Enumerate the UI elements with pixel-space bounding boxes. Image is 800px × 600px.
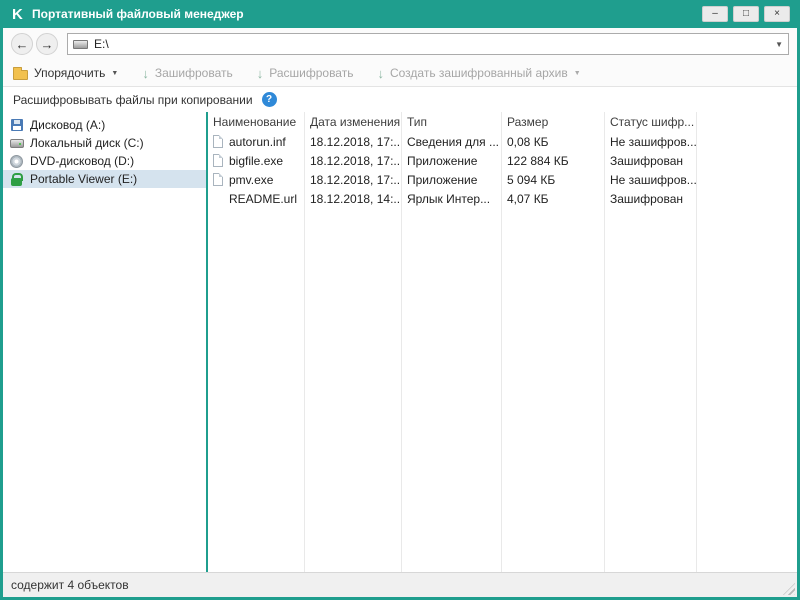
- column-filler: [697, 208, 797, 572]
- sidebar-item-drive-c[interactable]: Локальный диск (C:): [3, 134, 206, 152]
- status-bar: содержит 4 объектов: [3, 572, 797, 597]
- resize-grip[interactable]: [783, 583, 795, 595]
- navigation-bar: ← → E:\ ▼: [3, 28, 797, 60]
- maximize-button[interactable]: □: [733, 6, 759, 22]
- file-name: pmv.exe: [229, 173, 273, 187]
- file-icon: [213, 173, 223, 186]
- file-row-date[interactable]: 18.12.2018, 14:...: [305, 189, 402, 208]
- encrypt-icon: ↓: [142, 67, 149, 80]
- app-window: K Портативный файловый менеджер – □ × ← …: [0, 0, 800, 600]
- title-bar: K Портативный файловый менеджер – □ ×: [3, 0, 797, 28]
- file-row-date[interactable]: 18.12.2018, 17:...: [305, 170, 402, 189]
- decrypt-icon: ↓: [257, 67, 264, 80]
- organize-label: Упорядочить: [34, 66, 105, 80]
- hard-disk-icon: [9, 136, 24, 151]
- file-row-status[interactable]: Зашифрован: [605, 189, 697, 208]
- file-name: README.url: [229, 192, 297, 206]
- drive-label: Дисковод (A:): [30, 118, 105, 132]
- minimize-icon: –: [712, 9, 718, 19]
- window-controls: – □ ×: [702, 6, 790, 22]
- status-text: содержит 4 объектов: [11, 578, 129, 592]
- address-path[interactable]: E:\: [94, 37, 769, 51]
- floppy-icon: [9, 118, 24, 133]
- file-icon: [213, 154, 223, 167]
- decrypt-on-copy-label: Расшифровывать файлы при копировании: [13, 93, 253, 107]
- column-filler: [605, 208, 697, 572]
- close-icon: ×: [774, 9, 780, 19]
- file-row-empty: [697, 132, 797, 151]
- file-row-date[interactable]: 18.12.2018, 17:...: [305, 151, 402, 170]
- create-archive-caret-icon: ▼: [574, 70, 581, 77]
- file-row-date[interactable]: 18.12.2018, 17:...: [305, 132, 402, 151]
- organize-caret-icon: ▼: [111, 70, 118, 77]
- file-row-size[interactable]: 5 094 КБ: [502, 170, 605, 189]
- column-header-size[interactable]: Размер: [502, 112, 605, 132]
- kaspersky-logo-icon: K: [12, 6, 32, 23]
- column-header-date[interactable]: Дата изменения: [305, 112, 402, 132]
- drive-label: Локальный диск (C:): [30, 136, 144, 150]
- file-row-status[interactable]: Не зашифров...: [605, 170, 697, 189]
- maximize-icon: □: [743, 9, 749, 19]
- file-row-type[interactable]: Ярлык Интер...: [402, 189, 502, 208]
- minimize-button[interactable]: –: [702, 6, 728, 22]
- file-row-size[interactable]: 0,08 КБ: [502, 132, 605, 151]
- forward-arrow-icon: →: [41, 37, 54, 52]
- file-name: bigfile.exe: [229, 154, 283, 168]
- back-button[interactable]: ←: [11, 33, 33, 55]
- encrypt-button[interactable]: ↓ Зашифровать: [142, 66, 232, 80]
- decrypt-button[interactable]: ↓ Расшифровать: [257, 66, 354, 80]
- drive-icon: [73, 40, 88, 49]
- file-row-name[interactable]: pmv.exe: [208, 170, 305, 189]
- column-header-status[interactable]: Статус шифр...: [605, 112, 697, 132]
- file-name: autorun.inf: [229, 135, 286, 149]
- file-row-status[interactable]: Зашифрован: [605, 151, 697, 170]
- file-row-empty: [697, 151, 797, 170]
- folder-icon: [13, 70, 28, 80]
- file-row-empty: [697, 189, 797, 208]
- file-row-type[interactable]: Приложение: [402, 151, 502, 170]
- column-header-name[interactable]: Наименование: [208, 112, 305, 132]
- column-header-empty: [697, 112, 797, 132]
- info-bar: Расшифровывать файлы при копировании ?: [3, 87, 797, 112]
- address-dropdown-icon[interactable]: ▼: [775, 40, 783, 49]
- sidebar-item-drive-e[interactable]: Portable Viewer (E:): [3, 170, 206, 188]
- drive-label: Portable Viewer (E:): [30, 172, 137, 186]
- organize-button[interactable]: Упорядочить ▼: [13, 66, 118, 80]
- file-row-name[interactable]: README.url: [208, 189, 305, 208]
- encrypt-label: Зашифровать: [155, 66, 233, 80]
- create-archive-icon: ↓: [377, 67, 384, 80]
- file-row-name[interactable]: autorun.inf: [208, 132, 305, 151]
- decrypt-label: Расшифровать: [269, 66, 353, 80]
- file-row-status[interactable]: Не зашифров...: [605, 132, 697, 151]
- main-area: Дисковод (A:) Локальный диск (C:) DVD-ди…: [3, 112, 797, 572]
- address-bar[interactable]: E:\ ▼: [67, 33, 789, 55]
- column-header-type[interactable]: Тип: [402, 112, 502, 132]
- file-icon: [213, 135, 223, 148]
- file-row-type[interactable]: Приложение: [402, 170, 502, 189]
- file-list: Наименование Дата изменения Тип Размер С…: [208, 112, 797, 572]
- back-arrow-icon: ←: [16, 37, 29, 52]
- create-archive-button[interactable]: ↓ Создать зашифрованный архив ▼: [377, 66, 580, 80]
- column-filler: [305, 208, 402, 572]
- sidebar-item-drive-d[interactable]: DVD-дисковод (D:): [3, 152, 206, 170]
- column-filler: [502, 208, 605, 572]
- file-row-empty: [697, 170, 797, 189]
- column-filler: [208, 208, 305, 572]
- create-archive-label: Создать зашифрованный архив: [390, 66, 568, 80]
- help-icon[interactable]: ?: [262, 92, 277, 107]
- file-row-type[interactable]: Сведения для ...: [402, 132, 502, 151]
- dvd-icon: [9, 154, 24, 169]
- window-title: Портативный файловый менеджер: [32, 7, 244, 21]
- file-row-name[interactable]: bigfile.exe: [208, 151, 305, 170]
- drive-label: DVD-дисковод (D:): [30, 154, 134, 168]
- lock-icon: [9, 172, 24, 187]
- file-row-size[interactable]: 4,07 КБ: [502, 189, 605, 208]
- close-button[interactable]: ×: [764, 6, 790, 22]
- drive-tree: Дисковод (A:) Локальный диск (C:) DVD-ди…: [3, 112, 208, 572]
- forward-button[interactable]: →: [36, 33, 58, 55]
- column-filler: [402, 208, 502, 572]
- file-row-size[interactable]: 122 884 КБ: [502, 151, 605, 170]
- toolbar: Упорядочить ▼ ↓ Зашифровать ↓ Расшифрова…: [3, 60, 797, 87]
- sidebar-item-drive-a[interactable]: Дисковод (A:): [3, 116, 206, 134]
